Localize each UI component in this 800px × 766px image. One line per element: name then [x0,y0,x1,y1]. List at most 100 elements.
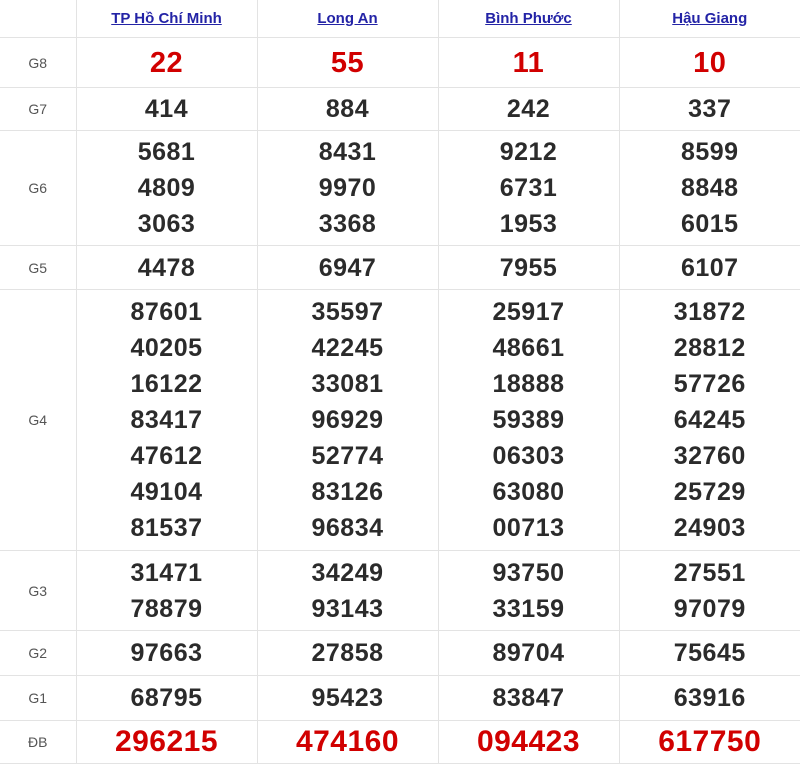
lottery-results-table: TP Hồ Chí Minh Long An Bình Phước Hậu Gi… [0,0,800,764]
winning-number: 3063 [137,210,196,238]
result-cell: 5681 4809 3063 [75,130,258,246]
prize-label: G8 [0,37,77,88]
winning-number: 59389 [492,406,565,434]
winning-number: 242 [506,95,551,123]
winning-number: 40205 [130,334,203,362]
winning-number: 11 [512,46,545,79]
prize-label: G7 [0,87,77,131]
winning-number: 337 [688,95,732,123]
prize-column-header [0,0,77,38]
winning-number: 31471 [130,558,203,587]
winning-number: 4478 [137,253,196,282]
result-cell: 68795 [75,675,258,721]
prize-label: G3 [0,550,77,631]
winning-number: 18888 [492,370,565,398]
result-cell: 10 [618,37,800,88]
result-cell: 617750 [618,720,800,764]
prize-row: G8 22 55 11 10 [0,37,800,88]
result-cell: 35597 42245 33081 96929 52774 83126 96834 [256,289,439,551]
winning-number: 96929 [311,406,384,434]
result-cell: 34249 93143 [256,550,439,631]
prize-row: ĐB 296215 474160 094423 617750 [0,720,800,764]
winning-number: 93143 [311,594,384,623]
winning-number: 06303 [492,442,565,470]
winning-number: 8848 [680,174,739,202]
province-link[interactable]: Long An [317,10,377,27]
winning-number: 33081 [311,370,384,398]
result-cell: 474160 [256,720,439,764]
province-header: TP Hồ Chí Minh [75,0,258,38]
winning-number: 617750 [658,725,762,758]
result-cell: 93750 33159 [437,550,620,631]
winning-number: 97079 [673,594,746,623]
winning-number: 4809 [137,174,196,202]
winning-number: 83417 [130,406,203,434]
result-cell: 337 [618,87,800,131]
header-row: TP Hồ Chí Minh Long An Bình Phước Hậu Gi… [0,0,800,38]
winning-number: 81537 [130,514,203,542]
result-cell: 27858 [256,630,439,676]
winning-number: 89704 [492,639,565,667]
prize-label: G2 [0,630,77,676]
result-cell: 87601 40205 16122 83417 47612 49104 81537 [75,289,258,551]
winning-number: 27551 [673,558,746,587]
province-link[interactable]: Bình Phước [485,10,572,27]
province-link[interactable]: TP Hồ Chí Minh [111,10,222,27]
result-cell: 31471 78879 [75,550,258,631]
result-cell: 75645 [618,630,800,676]
winning-number: 7955 [499,253,558,282]
prize-label: G6 [0,130,77,246]
winning-number: 24903 [673,514,746,542]
winning-number: 68795 [130,684,203,712]
winning-number: 34249 [311,558,384,587]
province-header: Bình Phước [437,0,620,38]
results-body: TP Hồ Chí Minh Long An Bình Phước Hậu Gi… [0,0,800,764]
result-cell: 55 [256,37,439,88]
winning-number: 42245 [311,334,384,362]
result-cell: 25917 48661 18888 59389 06303 63080 00713 [437,289,620,551]
winning-number: 35597 [311,298,384,326]
winning-number: 32760 [673,442,746,470]
result-cell: 6107 [618,245,800,290]
prize-label: G1 [0,675,77,721]
winning-number: 97663 [130,639,203,667]
result-cell: 094423 [437,720,620,764]
result-cell: 8431 9970 3368 [256,130,439,246]
result-cell: 7955 [437,245,620,290]
winning-number: 6107 [680,253,739,282]
winning-number: 5681 [137,138,196,166]
winning-number: 474160 [295,725,400,758]
prize-row: G1 68795 95423 83847 63916 [0,675,800,721]
winning-number: 094423 [476,725,581,758]
winning-number: 22 [149,46,184,79]
prize-label: G4 [0,289,77,551]
winning-number: 75645 [673,639,746,667]
prize-row: G7 414 884 242 337 [0,87,800,131]
winning-number: 414 [144,95,189,123]
province-header: Long An [256,0,439,38]
result-cell: 63916 [618,675,800,721]
winning-number: 8599 [680,138,739,166]
result-cell: 31872 28812 57726 64245 32760 25729 24903 [618,289,800,551]
prize-row: G6 5681 4809 3063 8431 9970 3368 9212 6731 1953 85… [0,130,800,246]
winning-number: 296215 [114,725,219,758]
winning-number: 93750 [492,558,565,587]
winning-number: 83126 [311,478,384,506]
result-cell: 95423 [256,675,439,721]
prize-label: ĐB [0,720,77,764]
prize-label: G5 [0,245,77,290]
result-cell: 884 [256,87,439,131]
winning-number: 00713 [492,514,565,542]
winning-number: 33159 [492,594,565,623]
winning-number: 3368 [318,210,377,238]
winning-number: 27858 [311,639,384,667]
winning-number: 6731 [499,174,558,202]
winning-number: 9970 [318,174,377,202]
winning-number: 10 [693,46,727,79]
result-cell: 242 [437,87,620,131]
province-link[interactable]: Hậu Giang [672,10,747,27]
winning-number: 78879 [130,594,203,623]
prize-row: G4 87601 40205 16122 83417 47612 49104 81537 355… [0,289,800,551]
winning-number: 52774 [311,442,384,470]
winning-number: 25917 [492,298,565,326]
